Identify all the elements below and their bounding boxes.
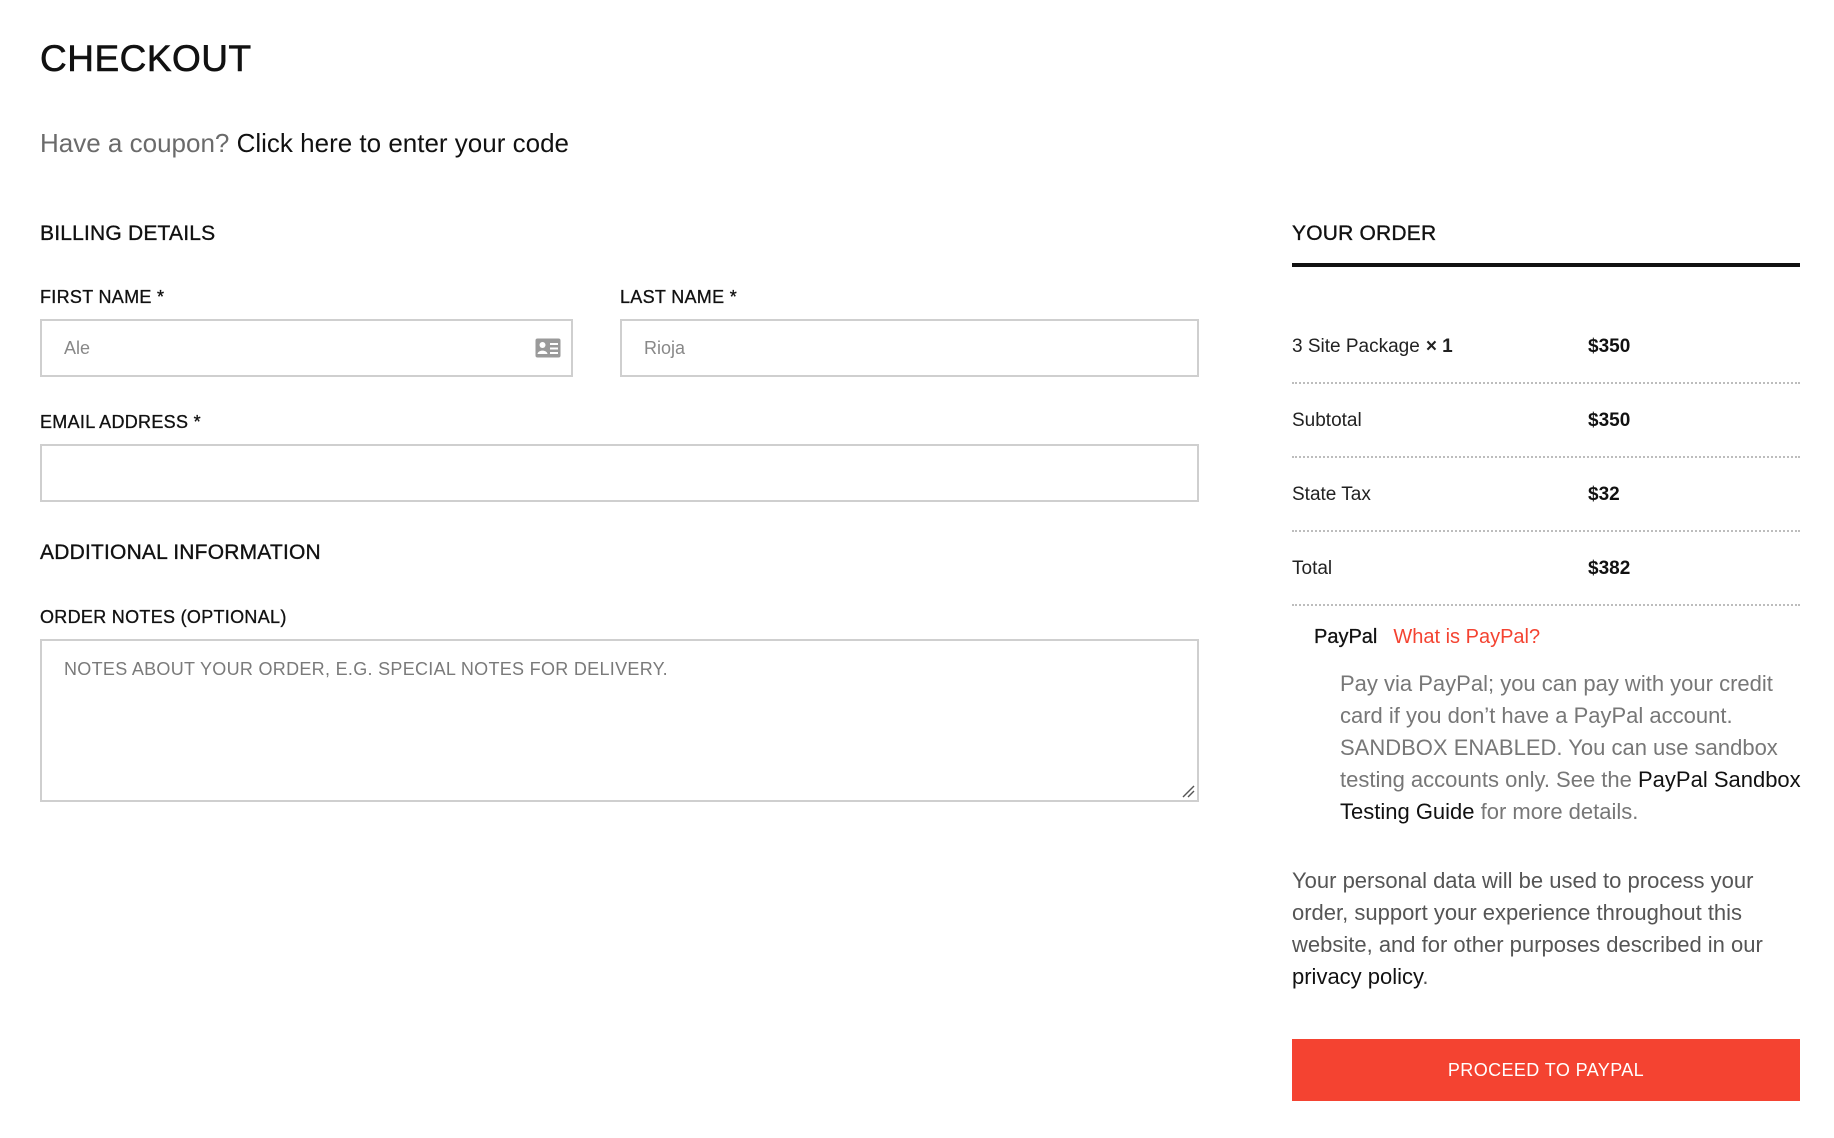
tax-label: State Tax <box>1292 484 1371 505</box>
first-name-label: FIRST NAME * <box>40 287 165 307</box>
subtotal-row: Subtotal $350 <box>1292 384 1800 458</box>
order-notes-textarea[interactable] <box>42 641 1197 800</box>
what-is-paypal-link[interactable]: What is PayPal? <box>1393 626 1540 648</box>
order-item-title: 3 Site Package <box>1292 336 1420 357</box>
email-label: EMAIL ADDRESS * <box>40 412 201 432</box>
payment-method-name: PayPal <box>1314 626 1378 648</box>
your-order-heading: YOUR ORDER <box>1292 222 1437 245</box>
privacy-policy-link[interactable]: privacy policy <box>1292 964 1422 989</box>
coupon-link[interactable]: Click here to enter your code <box>237 128 569 158</box>
last-name-input[interactable] <box>622 321 1197 375</box>
order-notes-field-wrapper <box>40 639 1199 802</box>
billing-heading: BILLING DETAILS <box>40 222 216 245</box>
last-name-label: LAST NAME * <box>620 287 738 307</box>
tax-value: $32 <box>1588 484 1620 505</box>
payment-description: Pay via PayPal; you can pay with your cr… <box>1340 668 1805 828</box>
coupon-prompt: Have a coupon? <box>40 128 237 158</box>
total-value: $382 <box>1588 558 1631 579</box>
proceed-to-paypal-button[interactable]: PROCEED TO PAYPAL <box>1292 1039 1800 1101</box>
email-input[interactable] <box>42 446 1197 500</box>
order-notes-label: ORDER NOTES (OPTIONAL) <box>40 607 287 627</box>
order-item-name: 3 Site Package × 1 <box>1292 336 1453 358</box>
email-field-wrapper <box>40 444 1199 502</box>
first-name-input[interactable] <box>42 321 571 375</box>
resize-handle-icon[interactable] <box>1181 784 1195 798</box>
page-title: CHECKOUT <box>40 38 252 80</box>
privacy-notice: Your personal data will be used to proce… <box>1292 865 1800 993</box>
first-name-field-wrapper <box>40 319 573 377</box>
total-label: Total <box>1292 558 1333 579</box>
contact-card-icon[interactable] <box>535 338 561 358</box>
tax-row: State Tax $32 <box>1292 458 1800 532</box>
total-row: Total $382 <box>1292 532 1800 606</box>
coupon-notice: Have a coupon? Click here to enter your … <box>40 128 569 159</box>
order-item-row: 3 Site Package × 1 $350 <box>1292 310 1800 384</box>
checkout-page: CHECKOUT Have a coupon? Click here to en… <box>40 0 1801 1138</box>
order-heading-rule <box>1292 263 1800 267</box>
order-item-qty: × 1 <box>1425 336 1453 357</box>
payment-description-end: for more details. <box>1474 799 1639 824</box>
privacy-text: Your personal data will be used to proce… <box>1292 868 1763 957</box>
subtotal-value: $350 <box>1588 410 1631 431</box>
order-item-price: $350 <box>1588 336 1631 357</box>
privacy-end: . <box>1422 964 1429 989</box>
subtotal-label: Subtotal <box>1292 410 1362 431</box>
additional-info-heading: ADDITIONAL INFORMATION <box>40 541 321 564</box>
last-name-field-wrapper <box>620 319 1199 377</box>
payment-method-option[interactable]: PayPal What is PayPal? <box>1314 626 1540 649</box>
